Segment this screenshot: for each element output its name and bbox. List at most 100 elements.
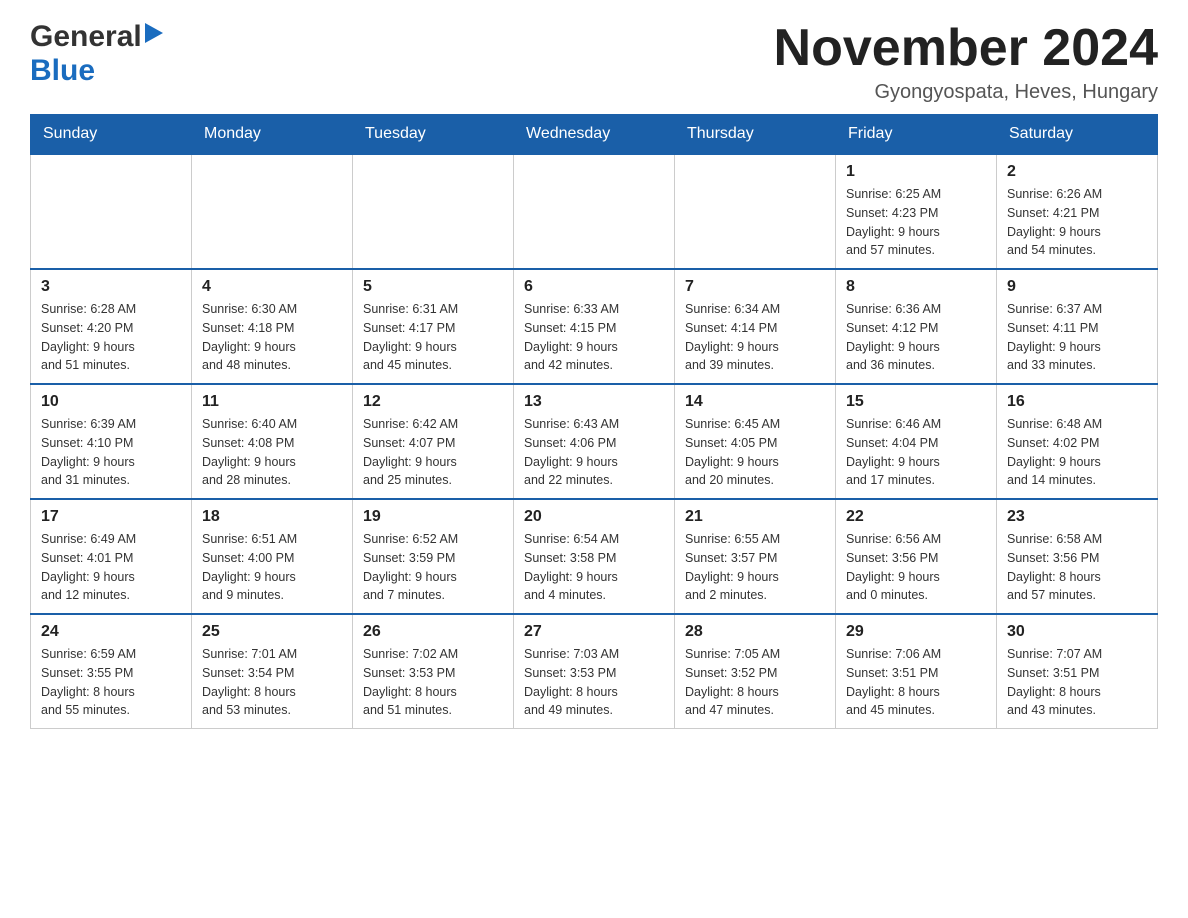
day-info: Sunrise: 6:54 AM Sunset: 3:58 PM Dayligh… xyxy=(524,530,664,605)
calendar-cell-w3-d3: 13 Sunrise: 6:43 AM Sunset: 4:06 PM Dayli… xyxy=(514,384,675,499)
day-number: 16 xyxy=(1007,393,1147,411)
location-subtitle: Gyongyospata, Heves, Hungary xyxy=(774,81,1158,104)
header-friday: Friday xyxy=(836,115,997,155)
day-number: 25 xyxy=(202,623,342,641)
calendar-cell-w4-d6: 23Sunrise: 6:58 AM Sunset: 3:56 PM Dayli… xyxy=(997,499,1158,614)
logo-blue-text: Blue xyxy=(30,54,95,87)
calendar-cell-w1-d3 xyxy=(514,154,675,269)
logo-arrow-icon xyxy=(145,23,163,48)
calendar-cell-w3-d0: 10Sunrise: 6:39 AM Sunset: 4:10 PM Dayli… xyxy=(31,384,192,499)
calendar-cell-w4-d2: 19 Sunrise: 6:52 AM Sunset: 3:59 PM Dayli… xyxy=(353,499,514,614)
header-sunday: Sunday xyxy=(31,115,192,155)
day-info: Sunrise: 6:37 AM Sunset: 4:11 PM Dayligh… xyxy=(1007,300,1147,375)
day-number: 19 xyxy=(363,508,503,526)
day-info: Sunrise: 6:45 AM Sunset: 4:05 PM Dayligh… xyxy=(685,415,825,490)
header-thursday: Thursday xyxy=(675,115,836,155)
day-number: 5 xyxy=(363,278,503,296)
week-row-2: 3Sunrise: 6:28 AM Sunset: 4:20 PM Daylig… xyxy=(31,269,1158,384)
month-title: November 2024 xyxy=(774,20,1158,77)
calendar-cell-w2-d5: 8Sunrise: 6:36 AM Sunset: 4:12 PM Daylig… xyxy=(836,269,997,384)
calendar-cell-w5-d6: 30Sunrise: 7:07 AM Sunset: 3:51 PM Dayli… xyxy=(997,614,1158,729)
day-info: Sunrise: 6:25 AM Sunset: 4:23 PM Dayligh… xyxy=(846,185,986,260)
day-number: 27 xyxy=(524,623,664,641)
logo-general-text: General xyxy=(30,20,142,54)
week-row-5: 24 Sunrise: 6:59 AM Sunset: 3:55 PM Dayli… xyxy=(31,614,1158,729)
day-number: 7 xyxy=(685,278,825,296)
day-info: Sunrise: 6:58 AM Sunset: 3:56 PM Dayligh… xyxy=(1007,530,1147,605)
calendar-cell-w3-d5: 15Sunrise: 6:46 AM Sunset: 4:04 PM Dayli… xyxy=(836,384,997,499)
header-saturday: Saturday xyxy=(997,115,1158,155)
day-number: 20 xyxy=(524,508,664,526)
day-info: Sunrise: 7:05 AM Sunset: 3:52 PM Dayligh… xyxy=(685,645,825,720)
header-monday: Monday xyxy=(192,115,353,155)
calendar-cell-w4-d5: 22 Sunrise: 6:56 AM Sunset: 3:56 PM Dayli… xyxy=(836,499,997,614)
calendar-cell-w5-d3: 27 Sunrise: 7:03 AM Sunset: 3:53 PM Dayli… xyxy=(514,614,675,729)
day-info: Sunrise: 6:43 AM Sunset: 4:06 PM Dayligh… xyxy=(524,415,664,490)
header-wednesday: Wednesday xyxy=(514,115,675,155)
day-info: Sunrise: 7:07 AM Sunset: 3:51 PM Dayligh… xyxy=(1007,645,1147,720)
calendar-cell-w4-d3: 20 Sunrise: 6:54 AM Sunset: 3:58 PM Dayli… xyxy=(514,499,675,614)
day-info: Sunrise: 7:03 AM Sunset: 3:53 PM Dayligh… xyxy=(524,645,664,720)
calendar-cell-w5-d0: 24 Sunrise: 6:59 AM Sunset: 3:55 PM Dayli… xyxy=(31,614,192,729)
calendar-cell-w2-d4: 7 Sunrise: 6:34 AM Sunset: 4:14 PM Daylig… xyxy=(675,269,836,384)
day-info: Sunrise: 6:30 AM Sunset: 4:18 PM Dayligh… xyxy=(202,300,342,375)
day-info: Sunrise: 6:59 AM Sunset: 3:55 PM Dayligh… xyxy=(41,645,181,720)
day-info: Sunrise: 6:40 AM Sunset: 4:08 PM Dayligh… xyxy=(202,415,342,490)
calendar-cell-w5-d1: 25 Sunrise: 7:01 AM Sunset: 3:54 PM Dayli… xyxy=(192,614,353,729)
day-info: Sunrise: 7:06 AM Sunset: 3:51 PM Dayligh… xyxy=(846,645,986,720)
calendar-cell-w4-d4: 21 Sunrise: 6:55 AM Sunset: 3:57 PM Dayli… xyxy=(675,499,836,614)
week-row-1: 1 Sunrise: 6:25 AM Sunset: 4:23 PM Daylig… xyxy=(31,154,1158,269)
calendar-cell-w5-d4: 28Sunrise: 7:05 AM Sunset: 3:52 PM Dayli… xyxy=(675,614,836,729)
calendar-cell-w1-d1 xyxy=(192,154,353,269)
day-info: Sunrise: 6:56 AM Sunset: 3:56 PM Dayligh… xyxy=(846,530,986,605)
day-number: 24 xyxy=(41,623,181,641)
calendar-cell-w3-d6: 16Sunrise: 6:48 AM Sunset: 4:02 PM Dayli… xyxy=(997,384,1158,499)
day-number: 13 xyxy=(524,393,664,411)
day-info: Sunrise: 7:02 AM Sunset: 3:53 PM Dayligh… xyxy=(363,645,503,720)
day-info: Sunrise: 6:42 AM Sunset: 4:07 PM Dayligh… xyxy=(363,415,503,490)
day-info: Sunrise: 6:31 AM Sunset: 4:17 PM Dayligh… xyxy=(363,300,503,375)
day-number: 9 xyxy=(1007,278,1147,296)
day-info: Sunrise: 7:01 AM Sunset: 3:54 PM Dayligh… xyxy=(202,645,342,720)
calendar-cell-w1-d0 xyxy=(31,154,192,269)
day-number: 21 xyxy=(685,508,825,526)
calendar-cell-w4-d0: 17 Sunrise: 6:49 AM Sunset: 4:01 PM Dayli… xyxy=(31,499,192,614)
day-number: 14 xyxy=(685,393,825,411)
day-info: Sunrise: 6:51 AM Sunset: 4:00 PM Dayligh… xyxy=(202,530,342,605)
day-number: 22 xyxy=(846,508,986,526)
day-number: 1 xyxy=(846,163,986,181)
calendar-cell-w1-d2 xyxy=(353,154,514,269)
calendar-cell-w2-d3: 6 Sunrise: 6:33 AM Sunset: 4:15 PM Daylig… xyxy=(514,269,675,384)
title-area: November 2024 Gyongyospata, Heves, Hunga… xyxy=(774,20,1158,104)
calendar-cell-w4-d1: 18 Sunrise: 6:51 AM Sunset: 4:00 PM Dayli… xyxy=(192,499,353,614)
calendar-cell-w3-d2: 12 Sunrise: 6:42 AM Sunset: 4:07 PM Dayli… xyxy=(353,384,514,499)
calendar-table: Sunday Monday Tuesday Wednesday Thursday… xyxy=(30,114,1158,729)
day-info: Sunrise: 6:36 AM Sunset: 4:12 PM Dayligh… xyxy=(846,300,986,375)
day-number: 29 xyxy=(846,623,986,641)
day-number: 6 xyxy=(524,278,664,296)
day-number: 26 xyxy=(363,623,503,641)
day-info: Sunrise: 6:33 AM Sunset: 4:15 PM Dayligh… xyxy=(524,300,664,375)
day-number: 12 xyxy=(363,393,503,411)
day-number: 4 xyxy=(202,278,342,296)
day-number: 11 xyxy=(202,393,342,411)
week-row-3: 10Sunrise: 6:39 AM Sunset: 4:10 PM Dayli… xyxy=(31,384,1158,499)
day-info: Sunrise: 6:34 AM Sunset: 4:14 PM Dayligh… xyxy=(685,300,825,375)
day-number: 17 xyxy=(41,508,181,526)
calendar-cell-w5-d5: 29 Sunrise: 7:06 AM Sunset: 3:51 PM Dayli… xyxy=(836,614,997,729)
day-number: 2 xyxy=(1007,163,1147,181)
calendar-cell-w2-d1: 4 Sunrise: 6:30 AM Sunset: 4:18 PM Daylig… xyxy=(192,269,353,384)
day-info: Sunrise: 6:52 AM Sunset: 3:59 PM Dayligh… xyxy=(363,530,503,605)
day-number: 18 xyxy=(202,508,342,526)
logo: General Blue xyxy=(30,20,163,88)
day-info: Sunrise: 6:46 AM Sunset: 4:04 PM Dayligh… xyxy=(846,415,986,490)
calendar-cell-w1-d6: 2 Sunrise: 6:26 AM Sunset: 4:21 PM Daylig… xyxy=(997,154,1158,269)
day-info: Sunrise: 6:26 AM Sunset: 4:21 PM Dayligh… xyxy=(1007,185,1147,260)
day-info: Sunrise: 6:49 AM Sunset: 4:01 PM Dayligh… xyxy=(41,530,181,605)
day-info: Sunrise: 6:55 AM Sunset: 3:57 PM Dayligh… xyxy=(685,530,825,605)
week-row-4: 17 Sunrise: 6:49 AM Sunset: 4:01 PM Dayli… xyxy=(31,499,1158,614)
calendar-cell-w2-d6: 9 Sunrise: 6:37 AM Sunset: 4:11 PM Daylig… xyxy=(997,269,1158,384)
page-header: General Blue November 2024 Gyongyospata,… xyxy=(30,20,1158,104)
calendar-cell-w5-d2: 26 Sunrise: 7:02 AM Sunset: 3:53 PM Dayli… xyxy=(353,614,514,729)
calendar-cell-w1-d5: 1 Sunrise: 6:25 AM Sunset: 4:23 PM Daylig… xyxy=(836,154,997,269)
